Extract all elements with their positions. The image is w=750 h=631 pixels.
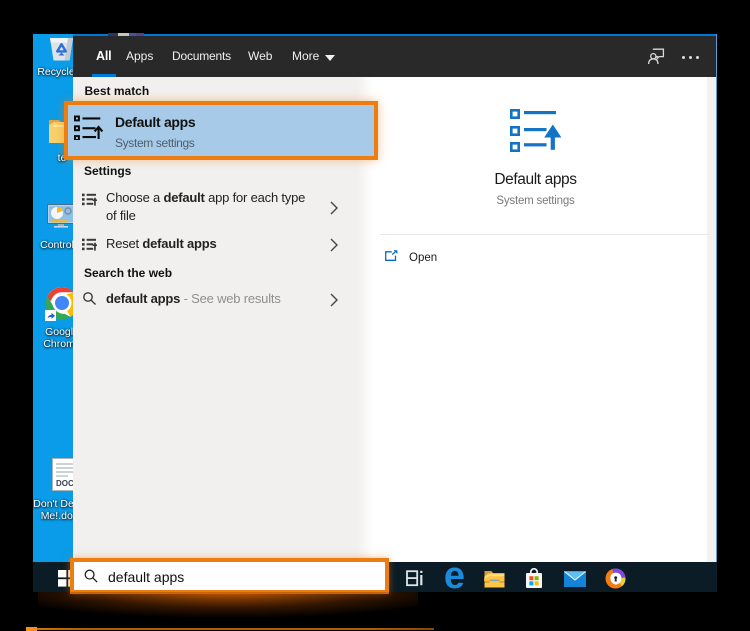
- svg-text:e: e: [444, 563, 465, 590]
